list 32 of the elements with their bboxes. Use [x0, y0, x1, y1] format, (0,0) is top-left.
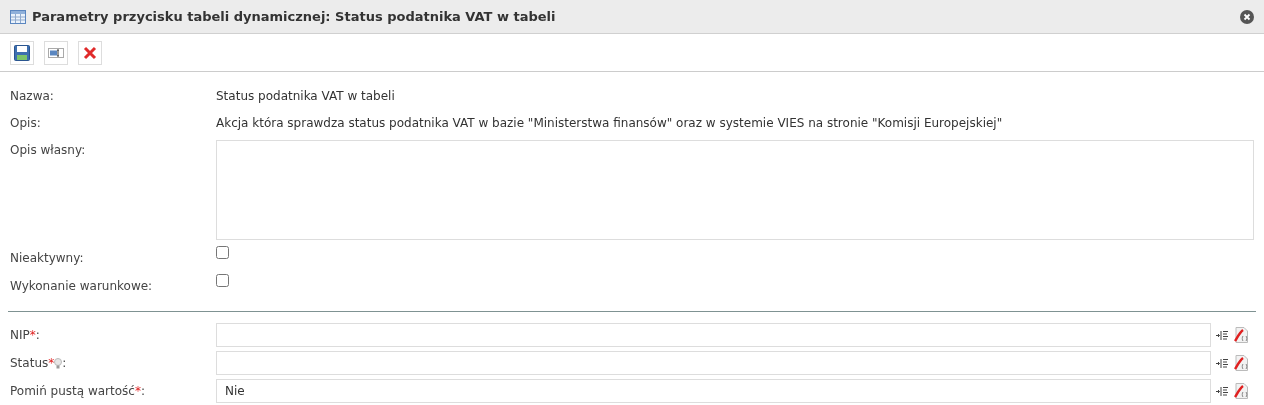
description-field[interactable]: [216, 140, 1254, 240]
field-label: Opis własny:: [10, 142, 87, 159]
field-label: Nazwa:: [10, 88, 55, 105]
field-label: Status* :: [10, 355, 68, 372]
window-title: Parametry przycisku tabeli dynamicznej: Status podatnika VAT w tabeli: [32, 7, 556, 26]
clear-document-icon[interactable]: [1233, 383, 1249, 399]
field-label: Wykonanie warunkowe:: [10, 278, 154, 295]
close-icon[interactable]: [1240, 9, 1254, 24]
delete-icon: [83, 46, 97, 60]
field-label: NIP*:: [10, 327, 41, 344]
field-label: Pomiń pustą wartość*:: [10, 383, 146, 400]
insert-list-icon[interactable]: [1216, 385, 1228, 397]
input-field[interactable]: [216, 351, 1211, 375]
field-value: Akcja która sprawdza status podatnika VAT w bazie "Ministerstwa finansów" oraz w systemie VIES na stronie "Komisji Europejskiej": [216, 115, 1003, 132]
text-field-icon: [48, 48, 64, 58]
lightbulb-icon: [54, 357, 63, 369]
table-icon: [10, 9, 26, 24]
save-button[interactable]: [10, 41, 34, 65]
delete-button[interactable]: [78, 41, 102, 65]
input-field[interactable]: [216, 323, 1211, 347]
save-icon: [14, 45, 30, 61]
checkbox[interactable]: [216, 274, 229, 287]
input-field[interactable]: Nie: [216, 379, 1211, 403]
insert-list-icon[interactable]: [1216, 329, 1228, 341]
checkbox[interactable]: [216, 246, 229, 259]
clear-document-icon[interactable]: [1233, 327, 1249, 343]
field-label: Nieaktywny:: [10, 250, 85, 267]
text-field-button[interactable]: [44, 41, 68, 65]
field-value: Status podatnika VAT w tabeli: [216, 88, 395, 105]
insert-list-icon[interactable]: [1216, 357, 1228, 369]
field-label: Opis:: [10, 115, 42, 132]
clear-document-icon[interactable]: [1233, 355, 1249, 371]
